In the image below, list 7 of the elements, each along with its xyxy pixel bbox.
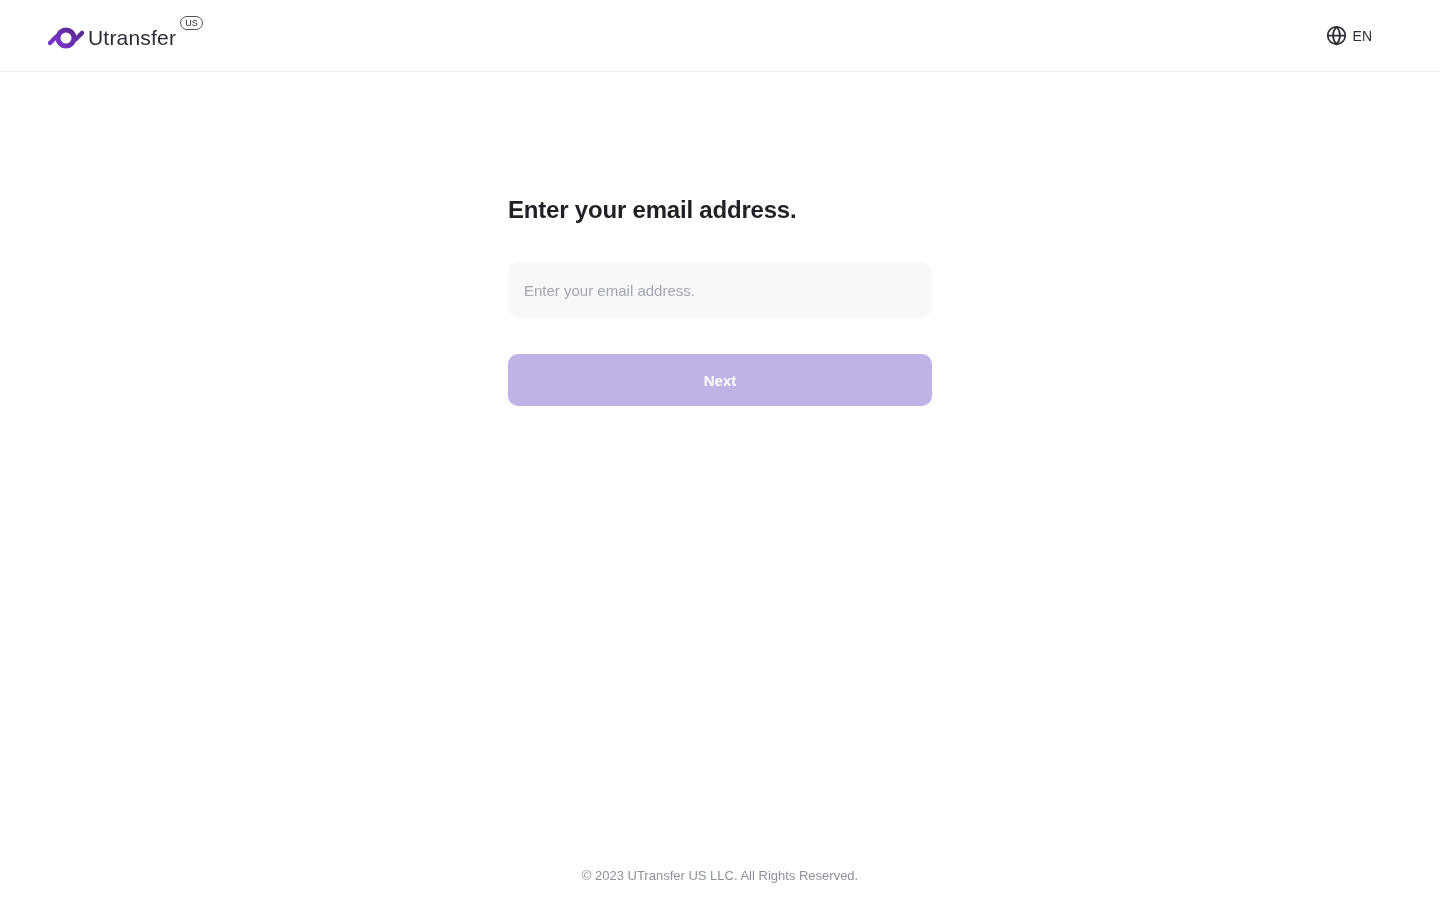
form-title: Enter your email address.: [508, 195, 798, 225]
copyright-text: © 2023 UTransfer US LLC. All Rights Reserved.: [581, 868, 859, 883]
email-input[interactable]: Enter your email address.: [508, 262, 932, 318]
globe-icon: [1325, 25, 1347, 46]
logo-wordmark: Utransfer: [88, 25, 177, 50]
logo-icon: [48, 25, 84, 50]
language-selector[interactable]: EN: [1325, 25, 1372, 46]
